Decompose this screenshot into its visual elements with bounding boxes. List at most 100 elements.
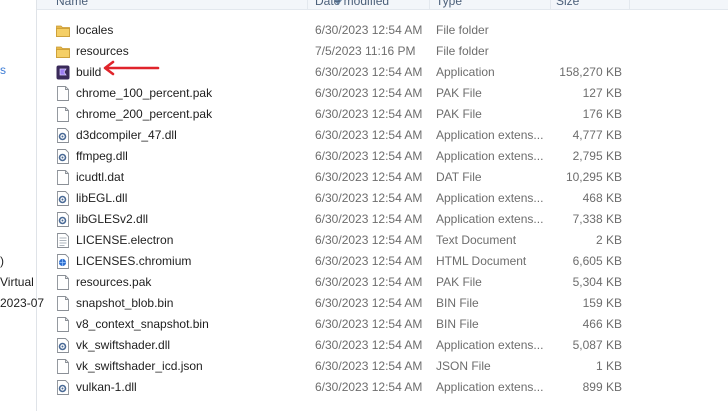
column-header-type[interactable]: Type bbox=[436, 0, 462, 8]
file-size: 2 KB bbox=[595, 233, 622, 247]
column-divider[interactable] bbox=[550, 0, 551, 9]
file-size: 158,270 KB bbox=[559, 65, 622, 79]
column-divider[interactable] bbox=[629, 0, 630, 9]
file-size: 159 KB bbox=[582, 296, 622, 310]
file-name: chrome_100_percent.pak bbox=[76, 86, 213, 100]
file-date-modified: 6/30/2023 12:54 AM bbox=[315, 275, 423, 289]
file-row[interactable]: icudtl.dat 6/30/2023 12:54 AM DAT File 10,2… bbox=[37, 167, 728, 188]
folder-icon bbox=[56, 44, 70, 59]
file-row[interactable]: locales 6/30/2023 12:54 AM File folder bbox=[37, 20, 728, 41]
file-size: 466 KB bbox=[582, 317, 622, 331]
file-type: Application extens... bbox=[436, 191, 544, 205]
file-list: locales 6/30/2023 12:54 AM File folder res… bbox=[37, 20, 728, 398]
file-name: resources bbox=[76, 44, 129, 58]
file-icon bbox=[56, 275, 70, 290]
file-row[interactable]: vk_swiftshader_icd.json 6/30/2023 12:54 A… bbox=[37, 356, 728, 377]
file-row[interactable]: d3dcompiler_47.dll 6/30/2023 12:54 AM Appl… bbox=[37, 125, 728, 146]
file-date-modified: 6/30/2023 12:54 AM bbox=[315, 233, 423, 247]
file-type: PAK File bbox=[436, 107, 482, 121]
file-name: vulkan-1.dll bbox=[76, 380, 137, 394]
file-type: Application extens... bbox=[436, 338, 544, 352]
file-name: locales bbox=[76, 23, 114, 37]
file-type: Text Document bbox=[436, 233, 517, 247]
file-name: vk_swiftshader.dll bbox=[76, 338, 171, 352]
dll-icon bbox=[56, 149, 70, 164]
file-name: d3dcompiler_47.dll bbox=[76, 128, 177, 142]
column-header-date[interactable]: Date modified bbox=[315, 0, 389, 8]
dll-icon bbox=[56, 212, 70, 227]
column-header-name[interactable]: Name bbox=[56, 0, 88, 8]
file-type: PAK File bbox=[436, 86, 482, 100]
file-size: 6,605 KB bbox=[572, 254, 622, 268]
file-row[interactable]: v8_context_snapshot.bin 6/30/2023 12:54 A… bbox=[37, 314, 728, 335]
file-icon bbox=[56, 107, 70, 122]
file-date-modified: 6/30/2023 12:54 AM bbox=[315, 317, 423, 331]
file-size: 7,338 KB bbox=[572, 212, 622, 226]
file-type: File folder bbox=[436, 23, 489, 37]
file-type: HTML Document bbox=[436, 254, 527, 268]
file-date-modified: 6/30/2023 12:54 AM bbox=[315, 380, 423, 394]
file-row[interactable]: chrome_100_percent.pak 6/30/2023 12:54 AM… bbox=[37, 83, 728, 104]
file-row[interactable]: ffmpeg.dll 6/30/2023 12:54 AM Application … bbox=[37, 146, 728, 167]
dll-icon bbox=[56, 338, 70, 353]
column-header-size[interactable]: Size bbox=[556, 0, 579, 8]
file-size: 5,087 KB bbox=[572, 338, 622, 352]
file-type: JSON File bbox=[436, 359, 491, 373]
html-file-icon bbox=[56, 254, 70, 269]
file-date-modified: 6/30/2023 12:54 AM bbox=[315, 149, 423, 163]
file-size: 5,304 KB bbox=[572, 275, 622, 289]
file-date-modified: 6/30/2023 12:54 AM bbox=[315, 170, 423, 184]
nav-pane-item[interactable]: ) bbox=[0, 254, 4, 268]
file-type: PAK File bbox=[436, 275, 482, 289]
file-name: LICENSE.electron bbox=[76, 233, 174, 247]
file-type: Application extens... bbox=[436, 212, 544, 226]
file-size: 4,777 KB bbox=[572, 128, 622, 142]
file-date-modified: 6/30/2023 12:54 AM bbox=[315, 86, 423, 100]
file-type: Application extens... bbox=[436, 149, 544, 163]
file-name: chrome_200_percent.pak bbox=[76, 107, 213, 121]
file-row[interactable]: chrome_200_percent.pak 6/30/2023 12:54 AM… bbox=[37, 104, 728, 125]
file-type: BIN File bbox=[436, 296, 479, 310]
column-divider[interactable] bbox=[307, 0, 308, 9]
file-icon bbox=[56, 317, 70, 332]
file-row[interactable]: libGLESv2.dll 6/30/2023 12:54 AM Applicati… bbox=[37, 209, 728, 230]
file-row[interactable]: resources.pak 6/30/2023 12:54 AM PAK File 5… bbox=[37, 272, 728, 293]
text-file-icon bbox=[56, 233, 70, 248]
file-type: BIN File bbox=[436, 317, 479, 331]
navigation-pane[interactable]: s ) Virtual 2023-07 bbox=[0, 0, 44, 411]
file-icon bbox=[56, 86, 70, 101]
file-row[interactable]: vulkan-1.dll 6/30/2023 12:54 AM Applicatio… bbox=[37, 377, 728, 398]
file-size: 10,295 KB bbox=[565, 170, 622, 184]
nav-pane-item[interactable]: s bbox=[0, 63, 6, 77]
file-type: Application extens... bbox=[436, 128, 544, 142]
file-name: libEGL.dll bbox=[76, 191, 128, 205]
file-date-modified: 6/30/2023 12:54 AM bbox=[315, 65, 423, 79]
nav-pane-item[interactable]: Virtual bbox=[0, 275, 34, 289]
column-header-row: Name Date modified Type Size bbox=[37, 0, 728, 10]
file-date-modified: 6/30/2023 12:54 AM bbox=[315, 212, 423, 226]
file-name: snapshot_blob.bin bbox=[76, 296, 174, 310]
file-row[interactable]: LICENSE.electron 6/30/2023 12:54 AM Text D… bbox=[37, 230, 728, 251]
file-row[interactable]: LICENSES.chromium 6/30/2023 12:54 AM HTML … bbox=[37, 251, 728, 272]
file-name: resources.pak bbox=[76, 275, 152, 289]
file-date-modified: 6/30/2023 12:54 AM bbox=[315, 107, 423, 121]
file-size: 468 KB bbox=[582, 191, 622, 205]
file-row[interactable]: libEGL.dll 6/30/2023 12:54 AM Application … bbox=[37, 188, 728, 209]
file-type: Application bbox=[436, 65, 495, 79]
file-date-modified: 6/30/2023 12:54 AM bbox=[315, 23, 423, 37]
file-type: File folder bbox=[436, 44, 489, 58]
file-name: vk_swiftshader_icd.json bbox=[76, 359, 203, 373]
file-name: libGLESv2.dll bbox=[76, 212, 149, 226]
file-date-modified: 6/30/2023 12:54 AM bbox=[315, 296, 423, 310]
file-row[interactable]: snapshot_blob.bin 6/30/2023 12:54 AM BIN F… bbox=[37, 293, 728, 314]
file-type: Application extens... bbox=[436, 380, 544, 394]
column-divider[interactable] bbox=[429, 0, 430, 9]
file-row[interactable]: resources 7/5/2023 11:16 PM File folder bbox=[37, 41, 728, 62]
annotation-arrow-icon bbox=[103, 60, 160, 76]
file-icon bbox=[56, 296, 70, 311]
file-row[interactable]: vk_swiftshader.dll 6/30/2023 12:54 AM Appl… bbox=[37, 335, 728, 356]
file-date-modified: 6/30/2023 12:54 AM bbox=[315, 338, 423, 352]
file-size: 1 KB bbox=[595, 359, 622, 373]
file-date-modified: 7/5/2023 11:16 PM bbox=[315, 44, 416, 58]
file-size: 176 KB bbox=[582, 107, 622, 121]
